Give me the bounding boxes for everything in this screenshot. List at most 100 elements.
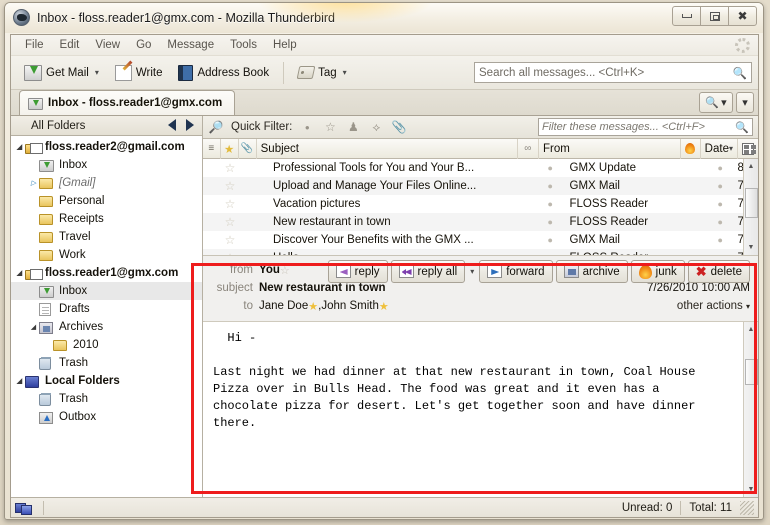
folder-item-trash[interactable]: Trash [11,354,202,372]
quick-filter-icon[interactable]: 🔎 [208,120,224,135]
star-icon[interactable]: ☆ [225,215,236,229]
scroll-up-icon[interactable]: ▲ [744,322,759,337]
chevron-down-icon[interactable]: ▾ [95,68,99,77]
menu-view[interactable]: View [87,37,128,53]
scroll-down-icon[interactable]: ▼ [744,240,759,255]
contact-filter-icon[interactable]: ♟ [345,120,361,135]
twisty-open-icon[interactable]: ◢ [28,323,39,331]
message-row[interactable]: ☆Upload and Manage Your Files Online...●… [203,177,758,195]
tab-inbox[interactable]: Inbox - floss.reader1@gmx.com [19,90,235,115]
star-icon[interactable]: ☆ [225,161,236,175]
attachment-filter-icon[interactable]: 📎 [391,120,407,135]
folder-item-archives[interactable]: ◢Archives [11,318,202,336]
menu-message[interactable]: Message [159,37,222,53]
message-row[interactable]: ☆New restaurant in town●FLOSS Reader●7/2… [203,213,758,231]
junk-column-header[interactable] [681,139,701,159]
from-column-header[interactable]: From [539,139,681,159]
folder-item-gmail[interactable]: ▷[Gmail] [11,174,202,192]
star-cell[interactable]: ☆ [221,215,239,229]
recipient-1-star-icon[interactable]: ★ [308,300,318,313]
star-icon[interactable]: ☆ [225,179,236,193]
twisty-open-icon[interactable]: ◢ [14,377,25,385]
folder-item-drafts[interactable]: Drafts [11,300,202,318]
from-value[interactable]: You [259,264,280,276]
search-icon[interactable]: 🔍 [735,121,749,134]
message-row[interactable]: ☆Discover Your Benefits with the GMX ...… [203,231,758,249]
star-cell[interactable]: ☆ [221,197,239,211]
column-picker-button[interactable] [738,139,758,159]
address-book-button[interactable]: Address Book [171,61,276,85]
menu-help[interactable]: Help [265,37,305,53]
scrollbar-thumb[interactable] [745,188,758,218]
reply-all-button[interactable]: reply all [391,260,466,283]
archive-button[interactable]: archive [556,260,628,283]
minimize-button[interactable] [672,6,701,26]
twisty-open-icon[interactable]: ◢ [14,269,25,277]
maximize-button[interactable] [700,6,729,26]
message-body-scrollbar[interactable]: ▲ ▼ [743,322,758,497]
unread-filter-icon[interactable]: ● [299,120,315,135]
folder-item-personal[interactable]: Personal [11,192,202,210]
scroll-up-icon[interactable]: ▲ [744,159,759,174]
twisty-closed-icon[interactable]: ▷ [28,179,39,187]
recipient-1[interactable]: Jane Doe [259,300,308,312]
reply-all-dropdown-icon[interactable]: ▾ [468,267,476,276]
star-cell[interactable]: ☆ [221,161,239,175]
scroll-down-icon[interactable]: ▼ [744,482,759,497]
star-cell[interactable]: ☆ [221,233,239,247]
star-icon[interactable]: ☆ [225,197,236,211]
attachment-column-header[interactable]: 📎 [239,139,257,159]
tab-list-button[interactable]: ▾ [736,92,754,113]
resize-grip[interactable] [740,501,754,515]
quick-filter-input[interactable]: Filter these messages... <Ctrl+F> 🔍 [538,118,753,136]
write-button[interactable]: Write [108,61,170,85]
menu-file[interactable]: File [17,37,52,53]
folder-item-work[interactable]: Work [11,246,202,264]
star-column-header[interactable]: ★ [221,139,239,159]
from-star-icon[interactable]: ☆ [280,264,290,277]
twisty-open-icon[interactable]: ◢ [14,143,25,151]
scrollbar-thumb[interactable] [745,359,758,385]
other-actions-button[interactable]: other actions ▾ [677,300,750,312]
message-list[interactable]: ☆Professional Tools for You and Your B..… [203,159,758,255]
folder-item-2010[interactable]: 2010 [11,336,202,354]
folder-item-inbox[interactable]: Inbox [11,282,202,300]
forward-button[interactable]: forward [479,260,552,283]
menu-edit[interactable]: Edit [52,37,88,53]
folder-pane-header[interactable]: All Folders [11,116,202,136]
folder-item-inbox[interactable]: Inbox [11,156,202,174]
recipient-2-star-icon[interactable]: ★ [379,300,389,313]
thread-column-header[interactable]: ≡ [203,139,221,159]
reply-button[interactable]: reply [328,260,388,283]
get-mail-button[interactable]: Get Mail ▾ [17,61,106,85]
date-column-header[interactable]: Date ▾ [701,139,738,159]
message-list-scrollbar[interactable]: ▲ ▼ [743,159,758,255]
back-arrow-icon[interactable] [168,119,176,131]
folder-item-receipts[interactable]: Receipts [11,210,202,228]
folder-item-outbox[interactable]: Outbox [11,408,202,426]
recipient-2[interactable]: John Smith [321,300,379,312]
tag-button[interactable]: Tag ▾ [291,62,354,83]
folder-item-floss-reader1-gmx-com[interactable]: ◢floss.reader1@gmx.com [11,264,202,282]
search-icon[interactable]: 🔍 [733,66,747,80]
starred-filter-icon[interactable]: ☆ [322,120,338,135]
star-icon[interactable]: ☆ [225,233,236,247]
junk-button[interactable]: junk [631,260,685,283]
close-button[interactable]: ✖ [728,6,757,26]
menu-tools[interactable]: Tools [222,37,265,53]
message-row[interactable]: ☆Professional Tools for You and Your B..… [203,159,758,177]
folder-item-travel[interactable]: Travel [11,228,202,246]
star-cell[interactable]: ☆ [221,179,239,193]
message-row[interactable]: ☆Vacation pictures●FLOSS Reader●7/29/201… [203,195,758,213]
tab-search-button[interactable]: 🔍 ▾ [699,92,733,113]
subject-column-header[interactable]: Subject [257,139,518,159]
folder-item-local-folders[interactable]: ◢Local Folders [11,372,202,390]
delete-button[interactable]: ✖ delete [688,260,750,283]
forward-arrow-icon[interactable] [186,119,194,131]
folder-item-trash[interactable]: Trash [11,390,202,408]
search-input[interactable]: Search all messages... <Ctrl+K> 🔍 [474,62,752,83]
menu-go[interactable]: Go [128,37,159,53]
folder-item-floss-reader2-gmail-com[interactable]: ◢floss.reader2@gmail.com [11,138,202,156]
chevron-down-icon[interactable]: ▾ [343,68,347,77]
tag-filter-icon[interactable]: ⟡ [368,120,384,135]
